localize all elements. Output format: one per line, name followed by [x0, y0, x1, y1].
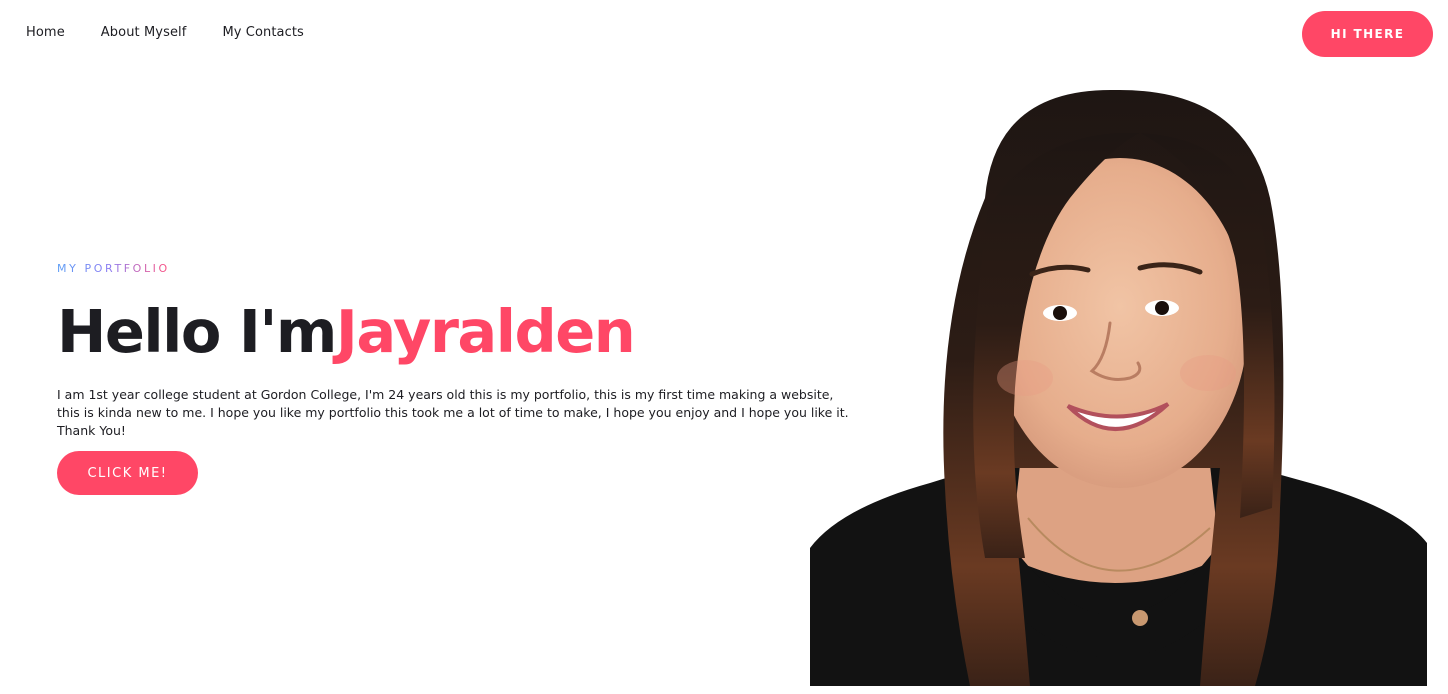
nav-contacts-link[interactable]: My Contacts: [222, 25, 304, 40]
hero-headline: Hello I'mJayralden: [57, 293, 636, 371]
hero-bio: I am 1st year college student at Gordon …: [57, 387, 849, 438]
portfolio-eyebrow: MY PORTFOLIO: [57, 262, 170, 275]
click-me-button[interactable]: CLICK ME!: [57, 451, 198, 495]
portfolio-page: Home About Myself My Contacts HI THERE M…: [0, 0, 1448, 694]
hi-there-button[interactable]: HI THERE: [1302, 11, 1433, 57]
nav-home-link[interactable]: Home: [26, 25, 65, 40]
nav-about-link[interactable]: About Myself: [101, 25, 187, 40]
headline-name: Jayralden: [335, 297, 636, 366]
profile-photo: [810, 89, 1427, 686]
headline-greeting: Hello I'm: [57, 297, 337, 366]
top-nav: Home About Myself My Contacts: [26, 25, 304, 40]
